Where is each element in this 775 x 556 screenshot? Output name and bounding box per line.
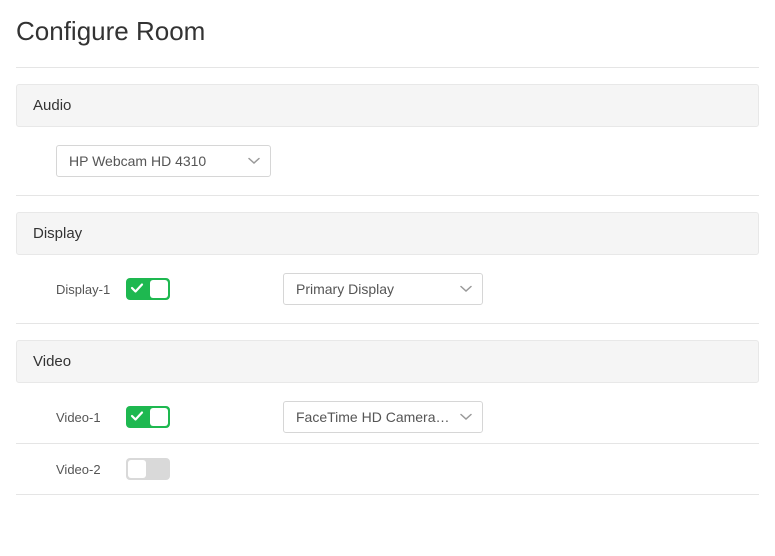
divider xyxy=(16,67,759,68)
video-item-label: Video-2 xyxy=(56,462,116,477)
video-item-label: Video-1 xyxy=(56,410,116,425)
check-icon xyxy=(130,281,144,300)
display-1-toggle[interactable] xyxy=(126,278,170,300)
display-1-select[interactable]: Primary Display xyxy=(283,273,483,305)
divider xyxy=(16,323,759,324)
video-2-row-container: Video-2 xyxy=(16,444,759,494)
chevron-down-icon xyxy=(460,285,472,293)
video-1-toggle[interactable] xyxy=(126,406,170,428)
divider xyxy=(16,195,759,196)
display-1-value: Primary Display xyxy=(296,281,452,297)
video-2-toggle[interactable] xyxy=(126,458,170,480)
section-header-display: Display xyxy=(16,212,759,255)
chevron-down-icon xyxy=(460,413,472,421)
section-content-display: Display-1 Primary Display xyxy=(16,255,759,323)
divider xyxy=(16,494,759,495)
toggle-knob xyxy=(150,408,168,426)
page-title: Configure Room xyxy=(16,16,759,47)
toggle-knob xyxy=(128,460,146,478)
audio-device-value: HP Webcam HD 4310 xyxy=(69,153,240,169)
display-item-label: Display-1 xyxy=(56,282,116,297)
video-1-select[interactable]: FaceTime HD Camera (... xyxy=(283,401,483,433)
chevron-down-icon xyxy=(248,157,260,165)
video-1-value: FaceTime HD Camera (... xyxy=(296,409,452,425)
check-icon xyxy=(130,409,144,428)
toggle-knob xyxy=(150,280,168,298)
section-header-audio: Audio xyxy=(16,84,759,127)
section-content-video: Video-1 FaceTime HD Camera (... xyxy=(16,383,759,443)
section-content-audio: HP Webcam HD 4310 xyxy=(16,127,759,195)
section-header-video: Video xyxy=(16,340,759,383)
audio-device-select[interactable]: HP Webcam HD 4310 xyxy=(56,145,271,177)
